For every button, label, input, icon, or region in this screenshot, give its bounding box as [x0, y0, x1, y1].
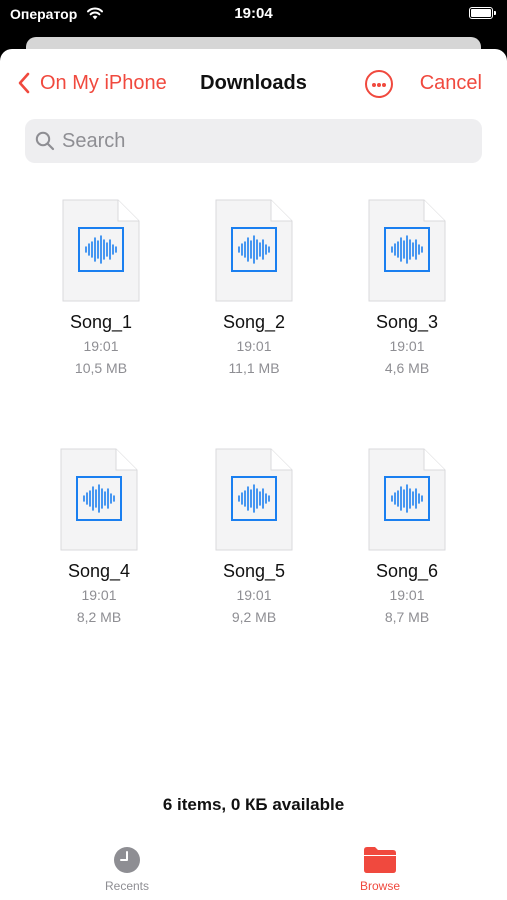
battery-icon [469, 7, 496, 19]
back-button-label: On My iPhone [40, 71, 167, 94]
search-bar[interactable] [25, 119, 482, 163]
file-size: 11,1 MB [228, 360, 280, 376]
file-size: 10,5 MB [74, 360, 128, 376]
file-size: 9,2 MB [231, 609, 277, 625]
file-time: 19:01 [389, 587, 425, 603]
file-item[interactable]: Song_3 19:01 4,6 MB [337, 199, 477, 376]
ellipsis-icon [382, 83, 386, 87]
file-name: Song_6 [375, 561, 439, 581]
file-name: Song_3 [375, 312, 439, 332]
file-time: 19:01 [389, 338, 425, 354]
ellipsis-icon [372, 83, 376, 87]
tab-label: Browse [359, 879, 400, 893]
file-item[interactable]: Song_4 19:01 8,2 MB [29, 448, 169, 625]
file-item[interactable]: Song_5 19:01 9,2 MB [184, 448, 324, 625]
file-time: 19:01 [83, 338, 119, 354]
file-time: 19:01 [236, 338, 272, 354]
audio-file-icon [215, 448, 293, 551]
file-time: 19:01 [236, 587, 272, 603]
chevron-left-icon [18, 72, 30, 94]
file-item[interactable]: Song_6 19:01 8,7 MB [337, 448, 477, 625]
back-button[interactable]: On My iPhone [16, 71, 167, 95]
file-name: Song_4 [67, 561, 131, 581]
file-name: Song_1 [69, 312, 133, 332]
file-time: 19:01 [81, 587, 117, 603]
tab-label: Recents [104, 879, 150, 893]
cancel-button[interactable]: Cancel [420, 72, 482, 95]
file-item[interactable]: Song_2 19:01 11,1 MB [184, 199, 324, 376]
status-time: 19:04 [234, 5, 273, 22]
file-size: 4,6 MB [384, 360, 430, 376]
search-input[interactable] [62, 119, 462, 163]
folder-icon [364, 847, 396, 873]
file-item[interactable]: Song_1 19:01 10,5 MB [31, 199, 171, 376]
clock-icon [114, 847, 140, 873]
navigation-bar: On My iPhone Downloads Cancel [0, 49, 507, 119]
status-bar: Оператор 19:04 [0, 0, 507, 30]
search-icon [35, 131, 55, 151]
tab-recents[interactable]: Recents [67, 845, 187, 893]
audio-file-icon [60, 448, 138, 551]
audio-file-icon [62, 199, 140, 302]
document-picker-sheet: On My iPhone Downloads Cancel Search Son… [0, 49, 507, 900]
audio-file-icon [368, 448, 446, 551]
ellipsis-icon [377, 83, 381, 87]
tab-browse[interactable]: Browse [320, 845, 440, 893]
file-size: 8,2 MB [76, 609, 122, 625]
audio-file-icon [215, 199, 293, 302]
file-size: 8,7 MB [384, 609, 430, 625]
storage-status: 6 items, 0 КБ available [162, 795, 345, 814]
file-name: Song_2 [222, 312, 286, 332]
file-name: Song_5 [222, 561, 286, 581]
audio-file-icon [368, 199, 446, 302]
more-options-button[interactable] [365, 70, 393, 98]
